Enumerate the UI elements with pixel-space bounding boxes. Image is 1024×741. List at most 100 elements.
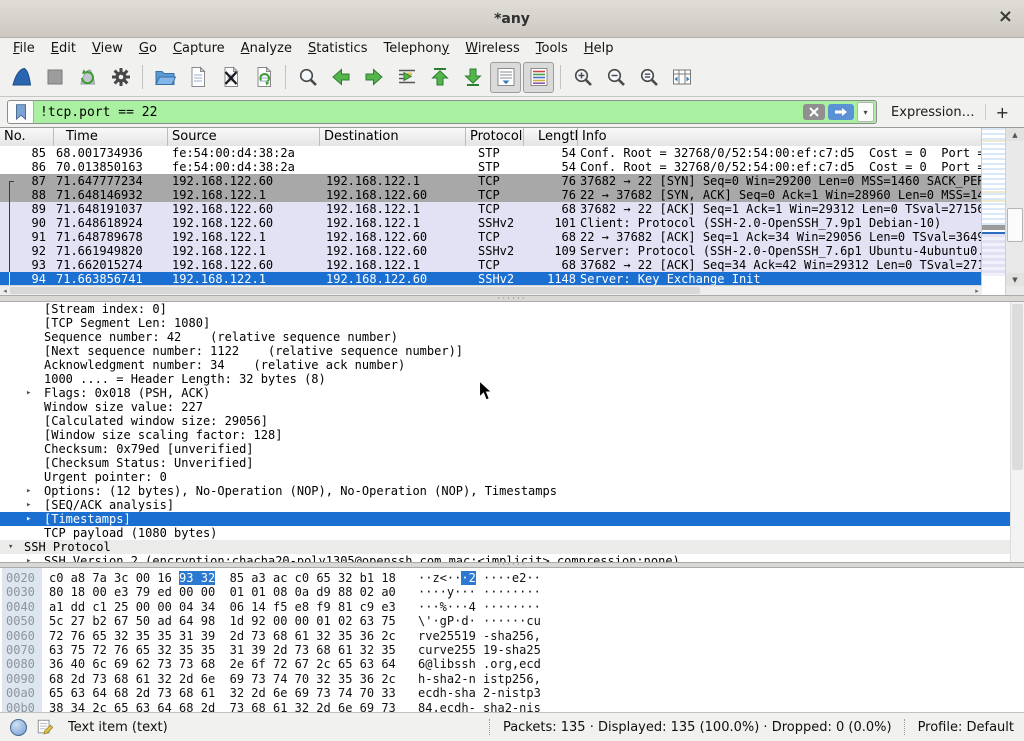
zoom-in-button[interactable]: [567, 62, 598, 93]
detail-line[interactable]: [TCP Segment Len: 1080]: [0, 316, 1024, 330]
hex-row-00a0[interactable]: 00a065 63 64 68 2d 73 68 61 32 2d 6e 69 …: [0, 686, 1024, 700]
expander-open-icon[interactable]: ▾: [8, 540, 13, 554]
detail-line[interactable]: Window size value: 227: [0, 400, 1024, 414]
hex-bytes[interactable]: 72 76 65 32 35 35 31 39 2d 73 68 61 32 3…: [49, 629, 396, 643]
menu-wireless[interactable]: Wireless: [457, 41, 527, 56]
column-header-time[interactable]: Time: [54, 128, 168, 146]
packet-list-header[interactable]: No.TimeSourceDestinationProtocolLengthIn…: [0, 128, 1024, 146]
hex-bytes[interactable]: 63 75 72 76 65 32 35 35 31 39 2d 73 68 6…: [49, 643, 396, 657]
packet-row-85[interactable]: 8568.001734936fe:54:00:d4:38:2aSTP54Conf…: [0, 146, 982, 160]
menu-edit[interactable]: Edit: [43, 41, 84, 56]
hex-bytes[interactable]: 80 18 00 e3 79 ed 00 00 01 01 08 0a d9 8…: [49, 585, 396, 599]
column-header-no[interactable]: No.: [0, 128, 54, 146]
detail-line[interactable]: [Stream index: 0]: [0, 302, 1024, 316]
expander-closed-icon[interactable]: ▸: [26, 554, 31, 562]
packet-list-hscrollbar[interactable]: ◂ ▸: [0, 285, 982, 295]
stop-capture-button[interactable]: [39, 62, 70, 93]
menu-capture[interactable]: Capture: [165, 41, 233, 56]
filter-bookmark-button[interactable]: [8, 101, 34, 123]
packet-row-89[interactable]: 8971.648191037192.168.122.60192.168.122.…: [0, 202, 982, 216]
scroll-down-arrow[interactable]: ▼: [1006, 273, 1024, 286]
expert-info-button[interactable]: [10, 719, 27, 736]
go-back-button[interactable]: [325, 62, 356, 93]
detail-line[interactable]: TCP payload (1080 bytes): [0, 526, 1024, 540]
hex-ascii[interactable]: \'·gP·d· ······cu: [418, 614, 541, 628]
auto-scroll-button[interactable]: [490, 62, 521, 93]
detail-line[interactable]: [Next sequence number: 1122 (relative se…: [0, 344, 1024, 358]
column-header-source[interactable]: Source: [168, 128, 320, 146]
detail-line[interactable]: [Window size scaling factor: 128]: [0, 428, 1024, 442]
hex-bytes[interactable]: 65 63 64 68 2d 73 68 61 32 2d 6e 69 73 7…: [49, 686, 396, 700]
packet-row-87[interactable]: 8771.647777234192.168.122.60192.168.122.…: [0, 174, 982, 188]
hex-ascii[interactable]: ecdh-sha 2-nistp3: [418, 686, 541, 700]
packet-row-94[interactable]: 9471.663856741192.168.122.1192.168.122.6…: [0, 272, 982, 286]
detail-line[interactable]: Acknowledgment number: 34 (relative ack …: [0, 358, 1024, 372]
scroll-thumb[interactable]: [1007, 208, 1023, 242]
go-to-packet-button[interactable]: [391, 62, 422, 93]
column-header-destination[interactable]: Destination: [320, 128, 466, 146]
menu-tools[interactable]: Tools: [528, 41, 576, 56]
detail-line[interactable]: ▸SSH Version 2 (encryption:chacha20-poly…: [0, 554, 1024, 562]
restart-capture-button[interactable]: [72, 62, 103, 93]
resize-columns-button[interactable]: [666, 62, 697, 93]
detail-line[interactable]: [Calculated window size: 29056]: [0, 414, 1024, 428]
reload-file-button[interactable]: [248, 62, 279, 93]
menu-statistics[interactable]: Statistics: [300, 41, 376, 56]
hscroll-thumb[interactable]: [10, 287, 700, 294]
detail-line[interactable]: Checksum: 0x79ed [unverified]: [0, 442, 1024, 456]
menu-go[interactable]: Go: [131, 41, 165, 56]
hex-bytes[interactable]: c0 a8 7a 3c 00 16 93 32 85 a3 ac c0 65 3…: [49, 571, 396, 585]
hex-bytes[interactable]: 5c 27 b2 67 50 ad 64 98 1d 92 00 00 01 0…: [49, 614, 396, 628]
zoom-out-button[interactable]: [600, 62, 631, 93]
colorize-button[interactable]: [523, 62, 554, 93]
hex-bytes[interactable]: a1 dd c1 25 00 00 04 34 06 14 f5 e8 f9 8…: [49, 600, 396, 614]
column-header-info[interactable]: Info: [578, 128, 1024, 146]
packet-row-93[interactable]: 9371.662015274192.168.122.60192.168.122.…: [0, 258, 982, 272]
menu-help[interactable]: Help: [576, 41, 622, 56]
column-header-length[interactable]: Length: [524, 128, 578, 146]
display-filter-field[interactable]: !tcp.port == 22 ▾: [7, 100, 877, 124]
open-file-button[interactable]: [149, 62, 180, 93]
save-file-button[interactable]: [182, 62, 213, 93]
hex-ascii[interactable]: ··z<···2 ····e2··: [418, 571, 541, 585]
detail-line[interactable]: 1000 .... = Header Length: 32 bytes (8): [0, 372, 1024, 386]
expander-closed-icon[interactable]: ▸: [26, 512, 31, 526]
hex-row-0050[interactable]: 00505c 27 b2 67 50 ad 64 98 1d 92 00 00 …: [0, 614, 1024, 628]
packet-row-91[interactable]: 9171.648789678192.168.122.1192.168.122.6…: [0, 230, 982, 244]
hex-ascii[interactable]: 6@libssh .org,ecd: [418, 657, 541, 671]
filter-history-dropdown[interactable]: ▾: [857, 102, 874, 122]
hex-ascii[interactable]: ····y··· ········: [418, 585, 541, 599]
detail-scroll-thumb[interactable]: [1012, 304, 1023, 470]
detail-line[interactable]: Urgent pointer: 0: [0, 470, 1024, 484]
close-window-button[interactable]: ×: [998, 7, 1013, 27]
detail-line[interactable]: ▸Flags: 0x018 (PSH, ACK): [0, 386, 1024, 400]
packet-row-92[interactable]: 9271.661949820192.168.122.1192.168.122.6…: [0, 244, 982, 258]
detail-line[interactable]: ▸[Timestamps]: [0, 512, 1024, 526]
scroll-right-arrow[interactable]: ▸: [972, 286, 982, 295]
pane-splitter[interactable]: ······: [0, 295, 1024, 302]
go-forward-button[interactable]: [358, 62, 389, 93]
detail-line[interactable]: Sequence number: 42 (relative sequence n…: [0, 330, 1024, 344]
column-header-protocol[interactable]: Protocol: [466, 128, 524, 146]
detail-line[interactable]: ▸[SEQ/ACK analysis]: [0, 498, 1024, 512]
packet-row-90[interactable]: 9071.648618924192.168.122.60192.168.122.…: [0, 216, 982, 230]
hex-bytes[interactable]: 36 40 6c 69 62 73 73 68 2e 6f 72 67 2c 6…: [49, 657, 396, 671]
detail-line[interactable]: ▸Options: (12 bytes), No-Operation (NOP)…: [0, 484, 1024, 498]
hex-ascii[interactable]: ···%···4 ········: [418, 600, 541, 614]
go-last-button[interactable]: [457, 62, 488, 93]
expander-closed-icon[interactable]: ▸: [26, 386, 31, 400]
add-filter-button[interactable]: +: [996, 103, 1009, 122]
hex-row-0060[interactable]: 006072 76 65 32 35 35 31 39 2d 73 68 61 …: [0, 629, 1024, 643]
scroll-left-arrow[interactable]: ◂: [0, 286, 10, 295]
start-capture-button[interactable]: [6, 62, 37, 93]
scroll-up-arrow[interactable]: ▲: [1006, 128, 1024, 141]
hex-row-0090[interactable]: 009068 2d 73 68 61 32 2d 6e 69 73 74 70 …: [0, 672, 1024, 686]
hex-row-0030[interactable]: 003080 18 00 e3 79 ed 00 00 01 01 08 0a …: [0, 585, 1024, 599]
detail-line[interactable]: [Checksum Status: Unverified]: [0, 456, 1024, 470]
go-first-button[interactable]: [424, 62, 455, 93]
hex-ascii[interactable]: rve25519 -sha256,: [418, 629, 541, 643]
menu-view[interactable]: View: [84, 41, 131, 56]
menu-telephony[interactable]: Telephony: [375, 41, 457, 56]
expander-closed-icon[interactable]: ▸: [26, 484, 31, 498]
packet-row-88[interactable]: 8871.648146932192.168.122.1192.168.122.6…: [0, 188, 982, 202]
